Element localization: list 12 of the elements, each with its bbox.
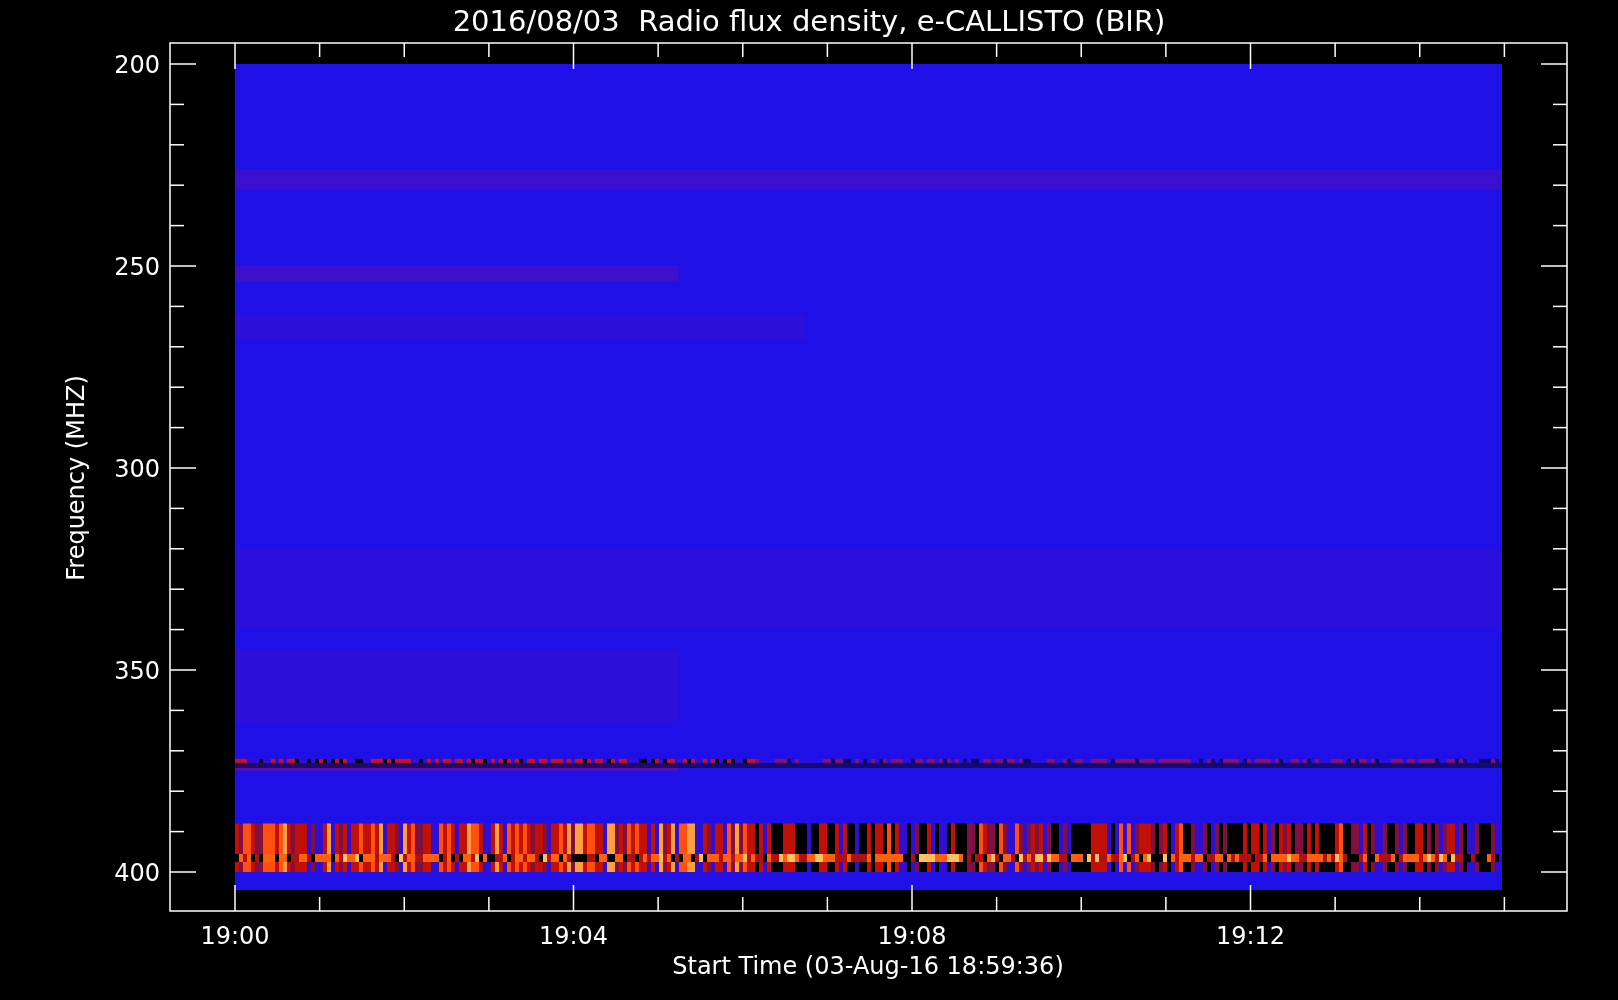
y-tick-label: 350 bbox=[114, 657, 160, 685]
y-tick-label: 200 bbox=[114, 51, 160, 79]
y-axis-label: Frequency (MHZ) bbox=[62, 375, 90, 581]
x-tick-label: 19:00 bbox=[200, 922, 270, 950]
x-tick-label: 19:12 bbox=[1215, 922, 1286, 950]
y-tick-label: 400 bbox=[114, 859, 160, 887]
x-tick-label: 19:08 bbox=[877, 922, 947, 950]
x-tick-label: 19:04 bbox=[538, 922, 609, 950]
chart-title: 2016/08/03 Radio flux density, e-CALLISTO (BIR) bbox=[452, 4, 1166, 38]
y-tick-label: 250 bbox=[114, 253, 160, 281]
x-axis-label: Start Time (03-Aug-16 18:59:36) bbox=[672, 952, 1064, 980]
y-tick-label: 300 bbox=[114, 455, 160, 483]
